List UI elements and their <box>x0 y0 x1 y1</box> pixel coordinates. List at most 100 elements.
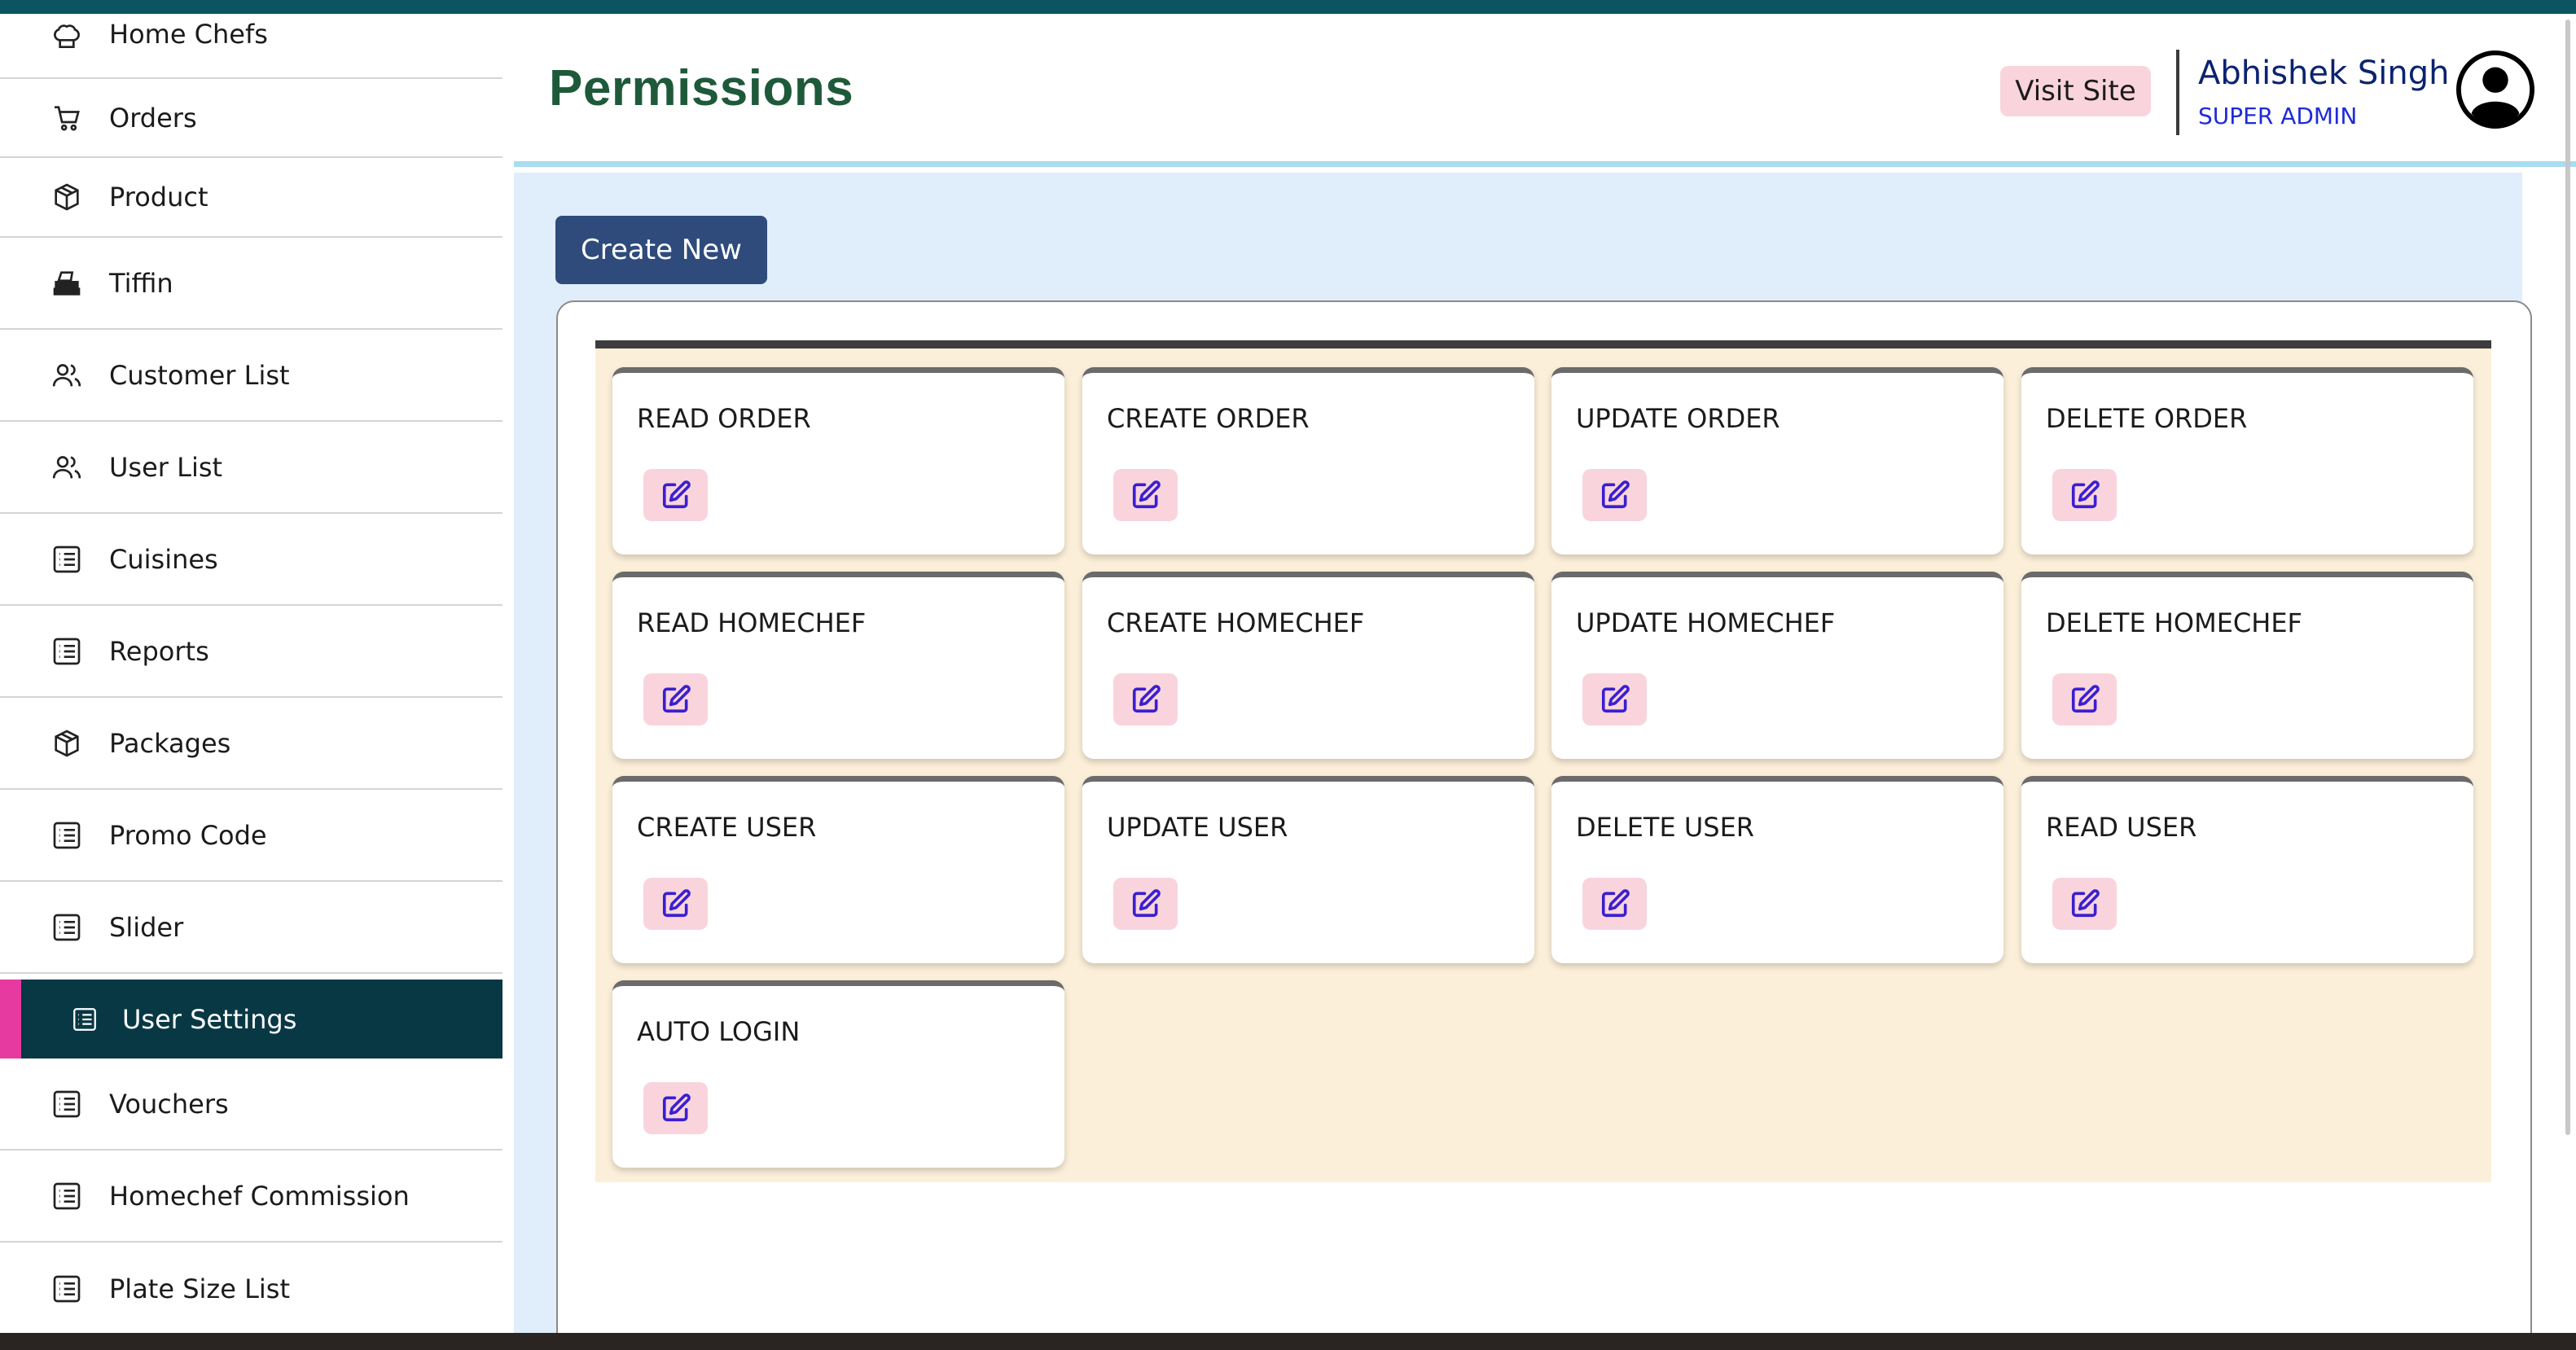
edit-button[interactable] <box>1582 673 1647 725</box>
sidebar-item-label: Cuisines <box>109 543 218 575</box>
permission-card: AUTO LOGIN <box>612 980 1064 1168</box>
edit-icon <box>662 685 691 713</box>
edit-button[interactable] <box>1113 673 1178 725</box>
sidebar-item-label: Orders <box>109 102 197 134</box>
edit-button[interactable] <box>1582 469 1647 521</box>
page-scrollbar[interactable] <box>2565 20 2570 1135</box>
user-name: Abhishek Singh <box>2198 55 2450 92</box>
permission-card: READ ORDER <box>612 367 1064 554</box>
main-content: Create New READ ORDER CREATE ORDER UPDAT… <box>514 173 2532 1350</box>
sidebar-item-product[interactable]: Product <box>0 158 502 238</box>
permission-card: DELETE ORDER <box>2021 367 2473 554</box>
edit-icon <box>2071 889 2100 918</box>
list-icon <box>49 817 85 853</box>
edit-button[interactable] <box>2052 673 2117 725</box>
permission-card: READ USER <box>2021 776 2473 963</box>
visit-site-button[interactable]: Visit Site <box>2000 66 2151 116</box>
users-icon <box>49 357 85 393</box>
sidebar-item-tiffin[interactable]: Tiffin <box>0 238 502 330</box>
list-icon <box>49 1178 85 1214</box>
permission-card: READ HOMECHEF <box>612 572 1064 759</box>
edit-button[interactable] <box>2052 878 2117 930</box>
sidebar-item-label: Promo Code <box>109 819 267 851</box>
permission-card: CREATE HOMECHEF <box>1082 572 1534 759</box>
header-divider <box>2176 50 2179 135</box>
sidebar-item-slider[interactable]: Slider <box>0 882 502 974</box>
permission-name: CREATE USER <box>637 812 817 843</box>
permission-name: READ USER <box>2046 812 2197 843</box>
list-icon <box>67 1002 103 1037</box>
permission-card: CREATE USER <box>612 776 1064 963</box>
tiffin-icon <box>49 265 85 301</box>
sidebar-item-label: Slider <box>109 911 184 943</box>
edit-icon <box>1601 889 1630 918</box>
sidebar-item-label: Product <box>109 182 208 213</box>
edit-icon <box>1132 480 1161 509</box>
permission-name: AUTO LOGIN <box>637 1016 801 1047</box>
edit-icon <box>2071 480 2100 509</box>
permission-card: UPDATE ORDER <box>1551 367 2003 554</box>
edit-icon <box>1132 685 1161 713</box>
edit-button[interactable] <box>1113 469 1178 521</box>
permission-card: DELETE HOMECHEF <box>2021 572 2473 759</box>
sidebar-item-plate-size-list[interactable]: Plate Size List <box>0 1243 502 1335</box>
avatar[interactable] <box>2455 50 2535 129</box>
cart-icon <box>49 100 85 136</box>
edit-icon <box>1601 685 1630 713</box>
sidebar-item-user-settings[interactable]: User Settings <box>0 980 502 1059</box>
sidebar-item-label: Packages <box>109 727 231 759</box>
permissions-panel: READ ORDER CREATE ORDER UPDATE ORDER DEL… <box>556 300 2532 1350</box>
sidebar-item-label: Customer List <box>109 359 290 391</box>
edit-button[interactable] <box>643 1082 708 1134</box>
edit-button[interactable] <box>1113 878 1178 930</box>
edit-button[interactable] <box>643 469 708 521</box>
page-title: Permissions <box>549 60 854 116</box>
sidebar-item-packages[interactable]: Packages <box>0 698 502 790</box>
sidebar-item-label: User Settings <box>122 1003 297 1035</box>
list-icon <box>49 633 85 669</box>
edit-icon <box>662 889 691 918</box>
list-icon <box>49 909 85 945</box>
sidebar-item-orders[interactable]: Orders <box>0 79 502 158</box>
sidebar-item-reports[interactable]: Reports <box>0 606 502 698</box>
permission-name: UPDATE USER <box>1107 812 1288 843</box>
create-new-button[interactable]: Create New <box>555 216 767 284</box>
users-icon <box>49 449 85 485</box>
permissions-grid: READ ORDER CREATE ORDER UPDATE ORDER DEL… <box>595 340 2491 1182</box>
box-icon <box>49 179 85 215</box>
list-icon <box>49 1086 85 1122</box>
edit-icon <box>662 1094 691 1122</box>
edit-button[interactable] <box>643 878 708 930</box>
list-icon <box>49 1271 85 1307</box>
permission-name: READ ORDER <box>637 403 811 434</box>
sidebar-item-homechef-commission[interactable]: Homechef Commission <box>0 1151 502 1243</box>
permission-card: CREATE ORDER <box>1082 367 1534 554</box>
sidebar-item-customer-list[interactable]: Customer List <box>0 330 502 422</box>
sidebar-item-cuisines[interactable]: Cuisines <box>0 514 502 606</box>
sidebar-item-label: User List <box>109 451 223 483</box>
list-icon <box>49 541 85 577</box>
edit-icon <box>662 480 691 509</box>
edit-button[interactable] <box>2052 469 2117 521</box>
sidebar-item-label: Tiffin <box>109 267 173 299</box>
sidebar-item-user-list[interactable]: User List <box>0 422 502 514</box>
permission-name: CREATE ORDER <box>1107 403 1310 434</box>
permission-name: DELETE HOMECHEF <box>2046 607 2302 638</box>
sidebar-item-vouchers[interactable]: Vouchers <box>0 1059 502 1151</box>
sidebar-item-promo-code[interactable]: Promo Code <box>0 790 502 882</box>
sidebar-item-label: Homechef Commission <box>109 1180 410 1212</box>
sidebar-item-label: Reports <box>109 635 209 667</box>
user-avatar-icon <box>2455 50 2535 129</box>
permission-name: UPDATE ORDER <box>1576 403 1780 434</box>
permission-card: DELETE USER <box>1551 776 2003 963</box>
sidebar-item-home-chefs[interactable]: Home Chefs <box>0 0 502 79</box>
edit-icon <box>1132 889 1161 918</box>
user-role: SUPER ADMIN <box>2198 103 2358 129</box>
edit-button[interactable] <box>643 673 708 725</box>
header: Permissions Visit Site Abhishek Singh SU… <box>514 14 2576 167</box>
sidebar-item-label: Plate Size List <box>109 1273 290 1304</box>
permission-name: UPDATE HOMECHEF <box>1576 607 1836 638</box>
edit-button[interactable] <box>1582 878 1647 930</box>
box-icon <box>49 725 85 761</box>
permission-name: CREATE HOMECHEF <box>1107 607 1365 638</box>
